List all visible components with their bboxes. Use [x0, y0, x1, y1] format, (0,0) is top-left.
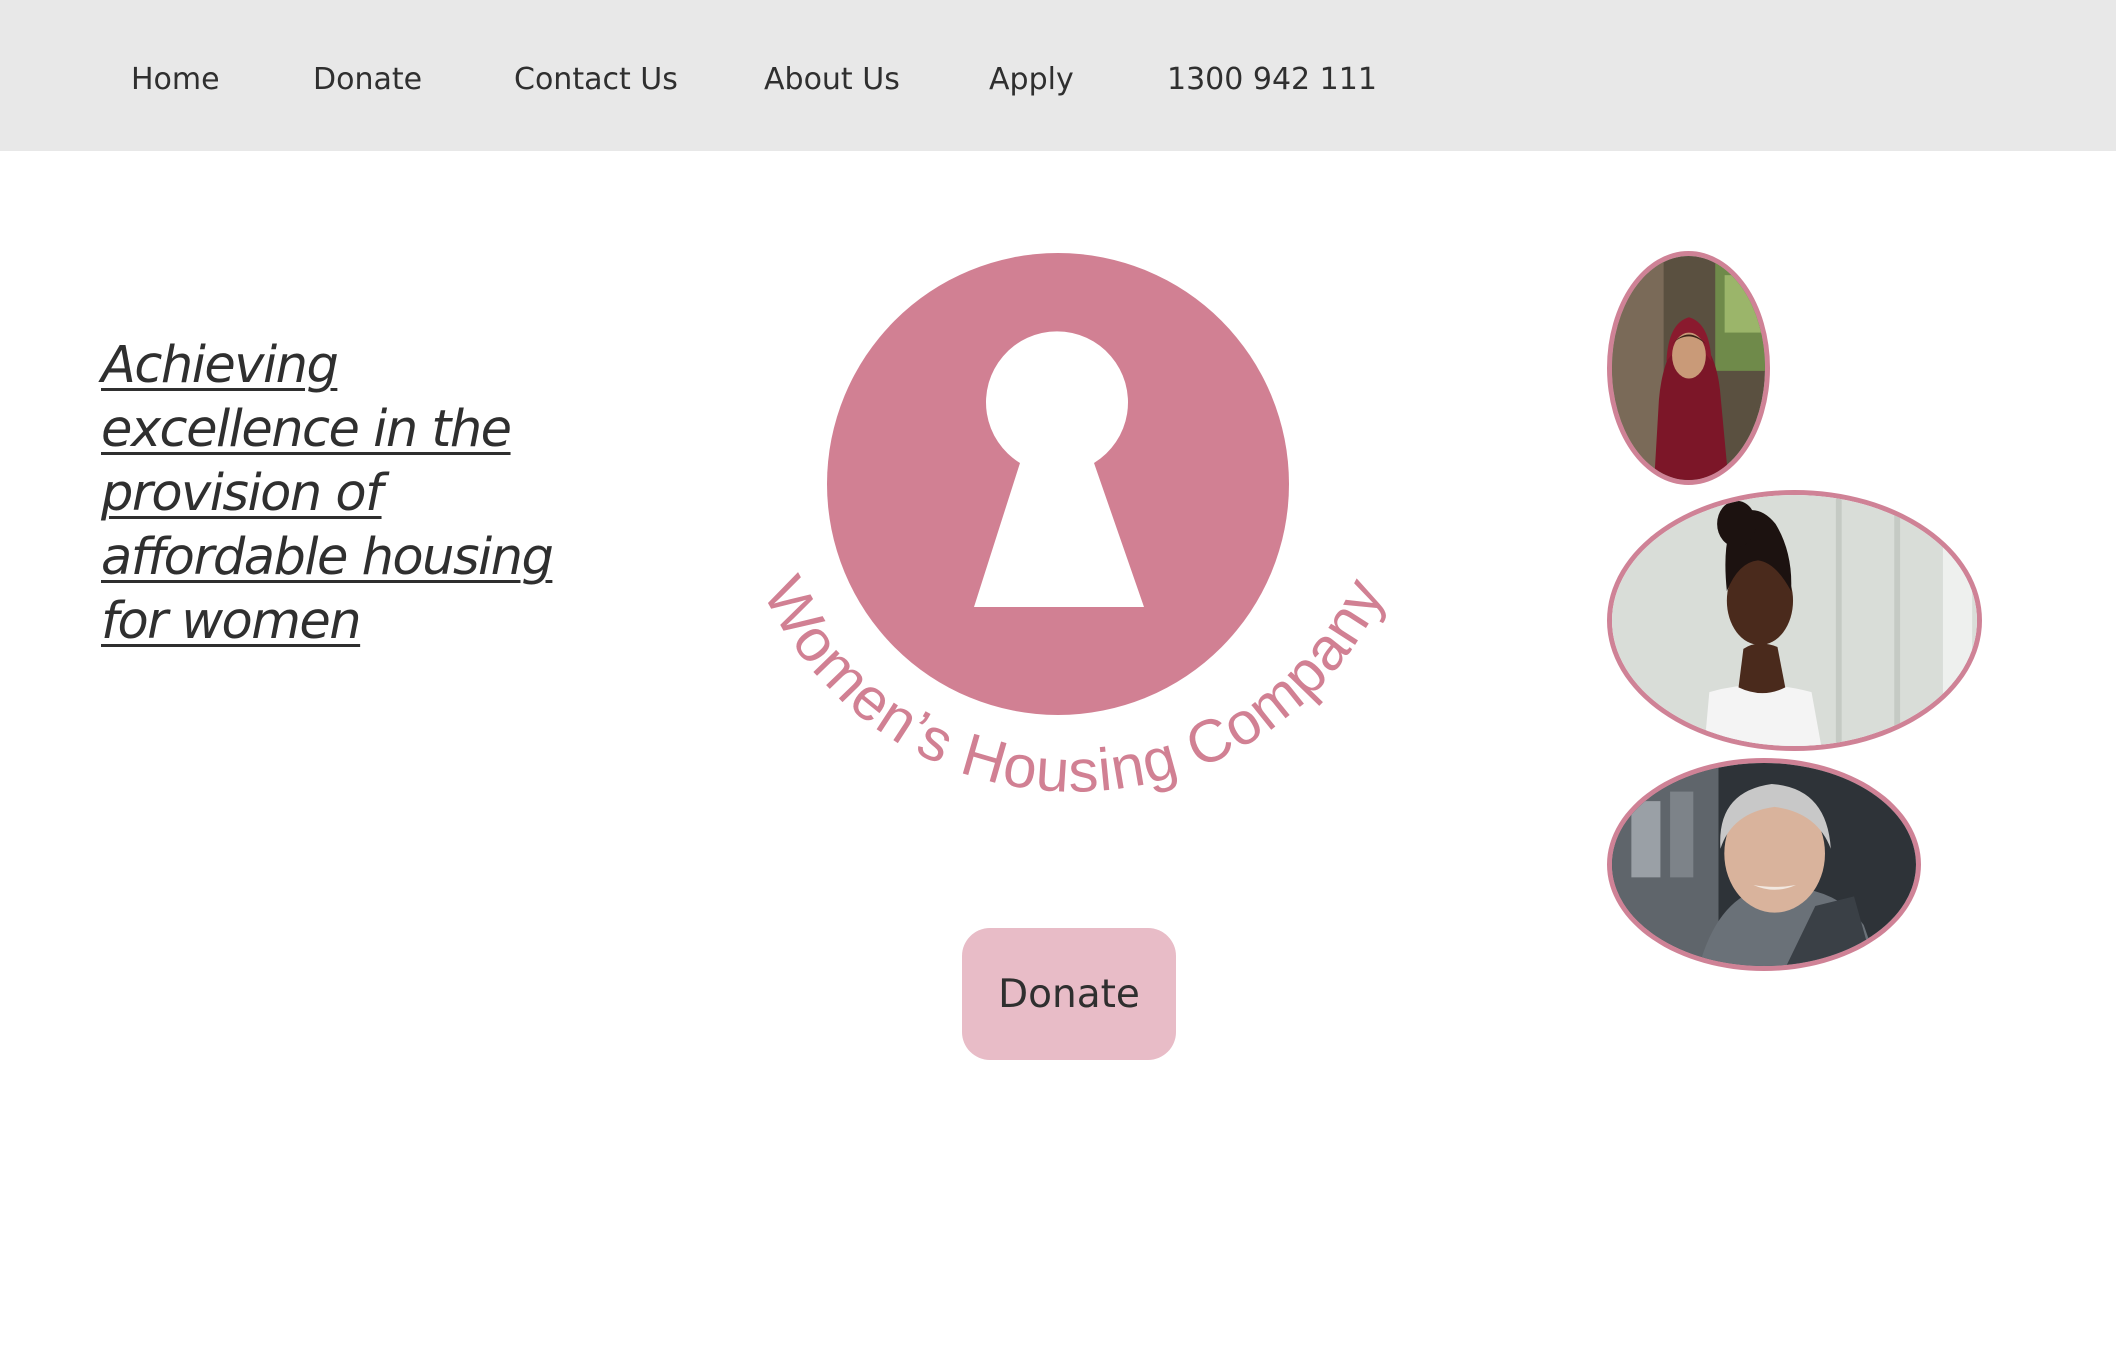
photo-woman-red-headscarf — [1607, 251, 1770, 485]
womens-housing-company-logo: Women’s Housing Company — [750, 253, 1396, 805]
hero-tagline[interactable]: Achieving excellence in the provision of… — [101, 334, 571, 654]
photo-older-woman — [1607, 758, 1921, 971]
photo-image — [1612, 256, 1765, 480]
nav-contact-us-link[interactable]: Contact Us — [514, 62, 678, 98]
nav-home-link[interactable]: Home — [131, 62, 220, 98]
nav-phone-link[interactable]: 1300 942 111 — [1167, 62, 1377, 98]
nav-apply-link[interactable]: Apply — [989, 62, 1074, 98]
nav-donate-link[interactable]: Donate — [313, 62, 422, 98]
donate-button[interactable]: Donate — [962, 928, 1176, 1060]
nav-about-us-link[interactable]: About Us — [764, 62, 900, 98]
photo-image — [1612, 763, 1916, 966]
top-navbar: Home Donate Contact Us About Us Apply 13… — [0, 0, 2116, 151]
photo-image — [1612, 495, 1977, 746]
photo-woman-braids — [1607, 490, 1982, 751]
